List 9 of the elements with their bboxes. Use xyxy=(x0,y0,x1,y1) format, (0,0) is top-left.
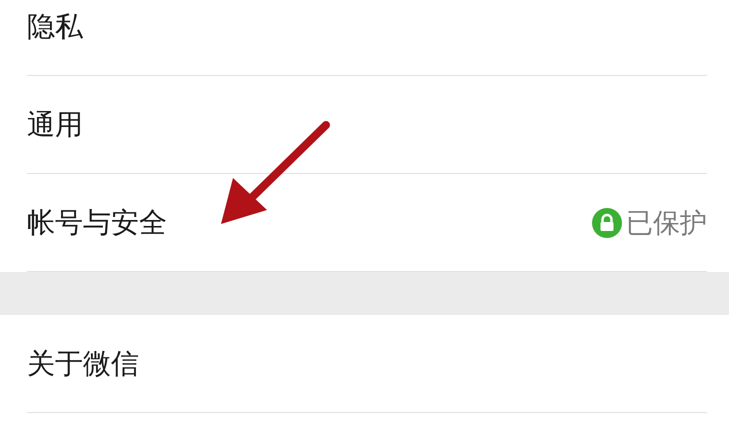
settings-row[interactable]: 隐私 xyxy=(27,0,707,76)
row-label: 隐私 xyxy=(27,8,83,44)
lock-icon xyxy=(592,208,622,238)
settings-row[interactable]: 关于微信 xyxy=(27,315,707,413)
row-label: 关于微信 xyxy=(27,346,139,382)
row-label: 通用 xyxy=(27,106,83,142)
status-text: 已保护 xyxy=(626,206,707,240)
settings-row[interactable]: 通用 xyxy=(27,76,707,174)
row-label: 帐号与安全 xyxy=(27,204,167,240)
